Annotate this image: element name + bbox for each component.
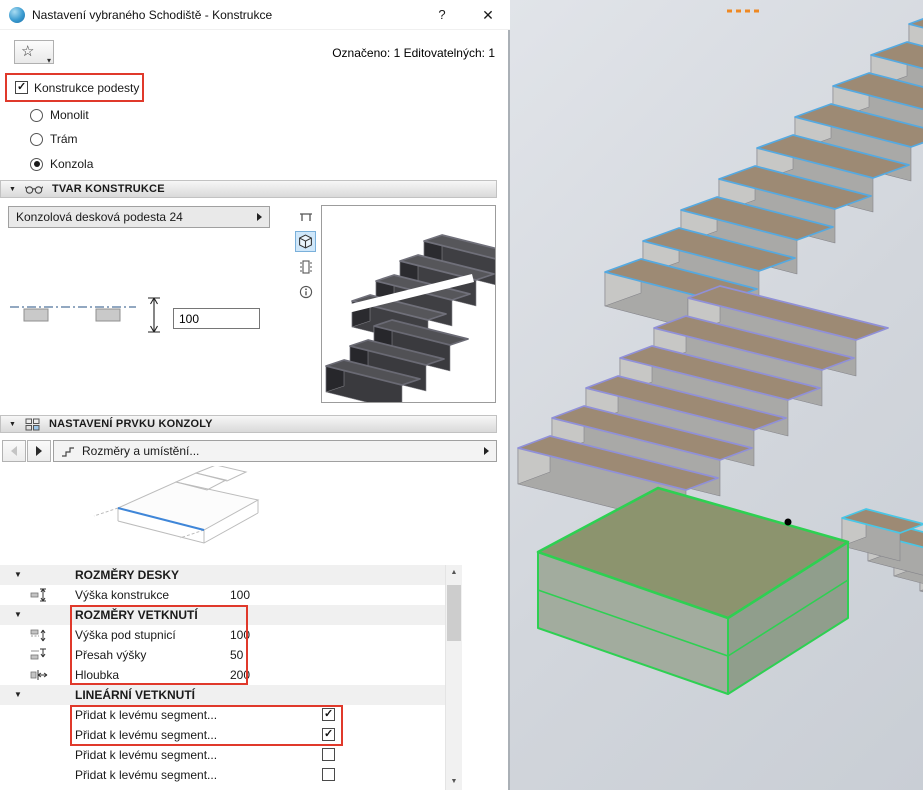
property-value[interactable]: 200	[230, 665, 250, 685]
property-row[interactable]: Přidat k levému segment...	[0, 705, 445, 725]
radio-monolit[interactable]: Monolit	[30, 107, 89, 123]
dim-height-icon	[30, 588, 52, 602]
property-group-header[interactable]: ▼ ROZMĚRY DESKY	[0, 565, 445, 585]
section-view-button[interactable]	[295, 256, 316, 277]
radio-label: Trám	[50, 132, 78, 146]
selection-status: Označeno: 1 Editovatelných: 1	[332, 46, 495, 60]
radio-label: Monolit	[50, 108, 89, 122]
radio-icon[interactable]	[30, 133, 43, 146]
panel-title: TVAR KONSTRUKCE	[52, 183, 165, 195]
property-row[interactable]: Přidat k levému segment...	[0, 725, 445, 745]
property-value[interactable]: 50	[230, 645, 243, 665]
titlebar[interactable]: Nastavení vybraného Schodiště - Konstruk…	[0, 0, 510, 30]
dim-depth-icon	[30, 668, 52, 682]
help-button[interactable]: ?	[426, 0, 458, 30]
property-row[interactable]: Výška konstrukce 100	[0, 585, 445, 605]
property-label: Přesah výšky	[75, 645, 146, 665]
collapse-arrow-icon[interactable]: ▼	[9, 421, 16, 428]
radio-icon[interactable]	[30, 109, 43, 122]
stair-settings-window: Nastavení vybraného Schodiště - Konstruk…	[0, 0, 510, 790]
arrow-right-icon	[36, 446, 42, 456]
property-value[interactable]: 100	[230, 585, 250, 605]
scrollbar-thumb[interactable]	[447, 585, 461, 641]
panel-header-nastaveni-konzoly[interactable]: ▼ NASTAVENÍ PRVKU KONZOLY	[0, 415, 497, 433]
page-dropdown-value: Rozměry a umístění...	[82, 444, 477, 458]
radio-label: Konzola	[50, 157, 93, 171]
panel-title: NASTAVENÍ PRVKU KONZOLY	[49, 418, 213, 430]
property-group-header[interactable]: ▼ LINEÁRNÍ VETKNUTÍ	[0, 685, 445, 705]
cantilever-diagram	[58, 466, 288, 562]
stair-3d-model	[510, 0, 923, 790]
next-page-button[interactable]	[27, 440, 51, 462]
info-icon	[299, 285, 313, 299]
glasses-icon	[25, 184, 43, 195]
plan-view-icon	[300, 214, 312, 221]
property-row[interactable]: Hloubka 200	[0, 665, 445, 685]
property-checkbox[interactable]	[322, 708, 335, 721]
prev-page-button[interactable]	[2, 440, 26, 462]
property-label: Přidat k levému segment...	[75, 745, 217, 765]
property-row[interactable]: Přidat k levému segment...	[0, 745, 445, 765]
thickness-schematic	[8, 296, 166, 338]
scroll-up-icon[interactable]: ▲	[446, 565, 462, 581]
scrollbar[interactable]: ▲ ▼	[445, 565, 462, 790]
collapse-arrow-icon[interactable]: ▼	[9, 186, 16, 193]
caret-down-icon: ▾	[47, 56, 51, 65]
konstrukce-podesty-checkbox[interactable]	[15, 81, 28, 94]
property-label: Výška konstrukce	[75, 585, 169, 605]
page-dropdown[interactable]: Rozměry a umístění...	[53, 440, 497, 462]
archicad-app-icon	[9, 7, 25, 23]
property-label: ROZMĚRY VETKNUTÍ	[75, 605, 198, 625]
star-icon: ☆	[21, 43, 34, 61]
preset-dropdown[interactable]: Konzolová desková podesta 24	[8, 206, 270, 228]
property-label: Hloubka	[75, 665, 119, 685]
scroll-down-icon[interactable]: ▼	[446, 774, 462, 790]
konstrukce-podesty-row[interactable]: Konstrukce podesty	[15, 79, 139, 96]
collapse-arrow-icon[interactable]: ▼	[14, 605, 22, 625]
collapse-arrow-icon[interactable]: ▼	[14, 565, 22, 585]
collapse-arrow-icon[interactable]: ▼	[14, 685, 22, 705]
window-title: Nastavení vybraného Schodiště - Konstruk…	[32, 0, 272, 30]
thickness-input[interactable]	[173, 308, 260, 329]
radio-tram[interactable]: Trám	[30, 131, 78, 147]
height-arrow-icon	[148, 298, 160, 332]
arrow-right-icon	[484, 447, 489, 455]
panel-header-tvar-konstrukce[interactable]: ▼ TVAR KONSTRUKCE	[0, 180, 497, 198]
dim-offset-icon	[30, 648, 52, 662]
property-label: Přidat k levému segment...	[75, 725, 217, 745]
grid-icon	[25, 418, 40, 431]
property-label: Přidat k levému segment...	[75, 705, 217, 725]
arrow-right-icon	[257, 213, 262, 221]
radio-konzola[interactable]: Konzola	[30, 156, 93, 172]
film-strip-icon	[299, 260, 313, 274]
property-row[interactable]: Přidat k levému segment...	[0, 765, 445, 785]
property-group-header[interactable]: ▼ ROZMĚRY VETKNUTÍ	[0, 605, 445, 625]
property-table: ▼ ROZMĚRY DESKYVýška konstrukce 100 ▼ ROZMĚR…	[0, 565, 445, 785]
close-button[interactable]: ✕	[472, 0, 504, 30]
stair-preview-image	[322, 206, 495, 402]
konstrukce-podesty-label: Konstrukce podesty	[34, 81, 139, 95]
property-checkbox[interactable]	[322, 768, 335, 781]
stairs-icon	[61, 445, 75, 457]
plan-view-button[interactable]	[295, 206, 316, 227]
viewport-3d[interactable]	[510, 0, 923, 790]
dim-under-icon	[30, 628, 52, 642]
property-row[interactable]: Přesah výšky 50	[0, 645, 445, 665]
property-label: Přidat k levému segment...	[75, 765, 217, 785]
radio-icon[interactable]	[30, 158, 43, 171]
preset-dropdown-value: Konzolová desková podesta 24	[16, 210, 250, 224]
property-label: LINEÁRNÍ VETKNUTÍ	[75, 685, 195, 705]
property-checkbox[interactable]	[322, 728, 335, 741]
property-checkbox[interactable]	[322, 748, 335, 761]
arrow-left-icon	[11, 446, 17, 456]
property-value[interactable]: 100	[230, 625, 250, 645]
cube-3d-icon	[298, 234, 313, 249]
property-label: Výška pod stupnicí	[75, 625, 176, 645]
info-button[interactable]	[295, 281, 316, 302]
view-3d-button[interactable]	[295, 231, 316, 252]
property-label: ROZMĚRY DESKY	[75, 565, 179, 585]
favorites-button[interactable]: ☆ ▾	[14, 40, 54, 64]
property-row[interactable]: Výška pod stupnicí 100	[0, 625, 445, 645]
construction-preview	[321, 205, 496, 403]
